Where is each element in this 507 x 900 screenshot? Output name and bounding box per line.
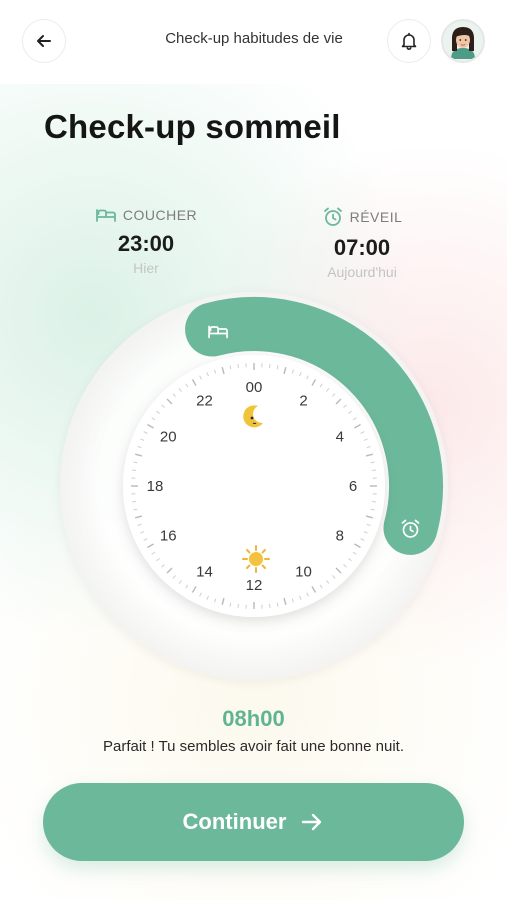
clock-hour-label: 14 <box>196 564 213 581</box>
wake-handle[interactable] <box>388 507 433 552</box>
clock-hour-label: 6 <box>349 478 357 495</box>
clock-hour-label: 20 <box>160 429 177 446</box>
continue-label: Continuer <box>182 809 287 834</box>
clock-tick <box>371 469 377 471</box>
continue-button[interactable]: Continuer <box>43 783 464 861</box>
clock-hour-label: 12 <box>246 577 263 594</box>
clock-tick <box>269 603 271 609</box>
arrow-right-icon <box>302 813 322 831</box>
clock-hour-label: 8 <box>336 528 344 545</box>
clock-hour-label: 22 <box>196 392 213 409</box>
sun-icon <box>242 545 270 573</box>
clock-hour-label: 18 <box>147 478 164 495</box>
bedtime-handle[interactable] <box>196 309 241 354</box>
clock-hour-label: 2 <box>299 392 307 409</box>
clock-tick <box>237 603 239 609</box>
clock-hour-label: 4 <box>336 429 344 446</box>
clock-tick <box>131 501 137 503</box>
clock-hour-label: 00 <box>246 379 263 396</box>
clock-tick <box>131 469 137 471</box>
clock-tick <box>237 363 239 369</box>
clock-hour-label: 10 <box>295 564 312 581</box>
clock-hour-label: 16 <box>160 528 177 545</box>
clock-tick <box>371 501 377 503</box>
sleep-feedback-message: Parfait ! Tu sembles avoir fait une bonn… <box>102 738 404 755</box>
sleep-duration: 08h00 <box>222 706 285 731</box>
clock-tick <box>269 363 271 369</box>
sleep-clock[interactable]: 00 2 4 6 8 10 12 14 16 18 20 22 <box>0 0 507 700</box>
